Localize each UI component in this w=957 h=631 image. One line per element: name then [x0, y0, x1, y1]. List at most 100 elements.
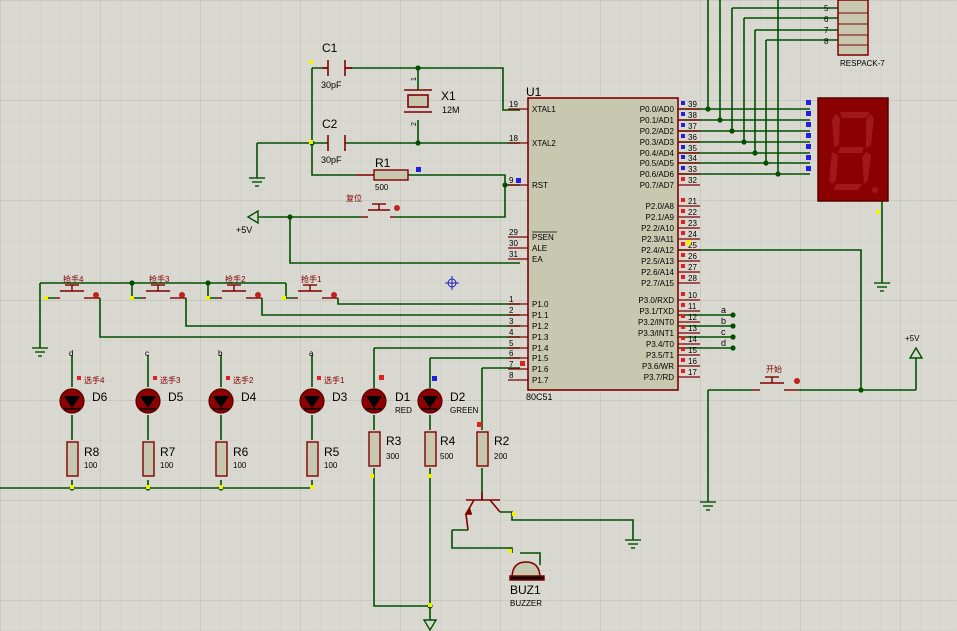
u1-pin-number: 12 [688, 313, 697, 322]
r1-value: 500 [375, 183, 389, 192]
u1-pin-number: 8 [509, 371, 514, 380]
u1-pin-number: 6 [509, 349, 514, 358]
u1-pin-name: P3.1/TXD [639, 307, 674, 316]
u1-pin-name: P1.1 [532, 311, 549, 320]
seven-segment-display[interactable] [817, 97, 889, 202]
d2-color: GREEN [450, 406, 479, 415]
u1-pin-name: P1.6 [532, 365, 549, 374]
contestant-button-label: 抢手2 [225, 274, 246, 284]
u1-pin-name: P3.3/INT1 [638, 329, 675, 338]
u1-pin-name: P2.1/A9 [646, 213, 675, 222]
buzzer-ref: BUZ1 [510, 583, 541, 597]
c1-ref: C1 [322, 41, 338, 55]
respack-ref: RESPACK-7 [840, 59, 885, 68]
buzzer-value: BUZZER [510, 599, 542, 608]
contestant-led[interactable] [59, 388, 85, 414]
d1-ref: D1 [395, 390, 411, 404]
led-node-label: b [218, 349, 223, 358]
led-ref: D5 [168, 390, 184, 404]
schematic-canvas: U1 80C51 19XTAL118XTAL29RST29PSEN30ALE31… [0, 0, 957, 631]
u1-pin-number: 15 [688, 346, 697, 355]
u1-pin-name: P1.7 [532, 376, 549, 385]
u1-pin-name: P2.2/A10 [641, 224, 674, 233]
start-label: 开始 [766, 364, 782, 374]
x1-pin2: 2 [411, 122, 418, 126]
u1-pin-number: 4 [509, 328, 514, 337]
u1-pin-number: 3 [509, 317, 514, 326]
led-node-label: c [145, 349, 149, 358]
u1-pin-name: P0.1/AD1 [640, 116, 675, 125]
u1-pin-name: P1.3 [532, 333, 549, 342]
svg-text:5: 5 [824, 4, 829, 13]
resistor-r3[interactable] [368, 431, 381, 467]
led-resistor[interactable] [306, 441, 319, 477]
u1-pin-number: 2 [509, 306, 514, 315]
resistor-value: 100 [84, 461, 98, 470]
u1-pin-name: P1.5 [532, 354, 549, 363]
u1-pin-name: P1.4 [532, 344, 549, 353]
led-d2[interactable] [417, 388, 443, 414]
u1-pin-number: 36 [688, 133, 697, 142]
u1-pin-number: 18 [509, 134, 518, 143]
contestant-led[interactable] [135, 388, 161, 414]
u1-pin-name: P3.7/RD [644, 373, 674, 382]
u1-pin-number: 27 [688, 263, 697, 272]
u1-pin-number: 9 [509, 176, 514, 185]
c1-value: 30pF [321, 80, 342, 90]
resistor-ref: R6 [233, 445, 249, 459]
d2-ref: D2 [450, 390, 466, 404]
led-label: 选手4 [84, 375, 105, 385]
u1-pin-number: 31 [509, 250, 518, 259]
reset-label: 复位 [346, 193, 362, 203]
u1-pin-number: 16 [688, 357, 697, 366]
contestant-led[interactable] [208, 388, 234, 414]
r2-value: 200 [494, 452, 508, 461]
u1-pin-name: P0.2/AD2 [640, 127, 675, 136]
u1-pin-number: 11 [688, 302, 697, 311]
u1-pin-number: 34 [688, 154, 697, 163]
contestant-led[interactable] [299, 388, 325, 414]
resistor-r4[interactable] [424, 431, 437, 467]
u1-pin-number: 19 [509, 100, 518, 109]
contestant-button-label: 抢手3 [149, 274, 170, 284]
led-ref: D3 [332, 390, 348, 404]
u1-pin-number: 30 [509, 239, 518, 248]
vcc-right-label: +5V [905, 334, 920, 343]
resistor-ref: R8 [84, 445, 100, 459]
u1-pin-number: 5 [509, 339, 514, 348]
u1-pin-number: 24 [688, 230, 697, 239]
r4-value: 500 [440, 452, 454, 461]
u1-pin-number: 39 [688, 100, 697, 109]
svg-text:a: a [721, 305, 726, 315]
resistor-r2[interactable] [476, 431, 489, 467]
u1-pin-name: P1.0 [532, 300, 549, 309]
contestant-button-label: 抢手1 [301, 274, 322, 284]
led-label: 选手2 [233, 375, 254, 385]
led-resistor[interactable] [66, 441, 79, 477]
svg-text:b: b [721, 316, 726, 326]
u1-pin-number: 28 [688, 274, 697, 283]
u1-pin-number: 29 [509, 228, 518, 237]
svg-text:c: c [721, 327, 726, 337]
u1-pin-number: 17 [688, 368, 697, 377]
u1-pin-name: XTAL1 [532, 105, 556, 114]
u1-pin-name: XTAL2 [532, 139, 556, 148]
u1-pin-name: P2.4/A12 [641, 246, 674, 255]
led-d1[interactable] [361, 388, 387, 414]
x1-pin1: 1 [411, 77, 418, 81]
u1-pin-number: 7 [509, 360, 514, 369]
u1-pin-name: P3.0/RXD [638, 296, 674, 305]
u1-microcontroller[interactable]: U1 80C51 19XTAL118XTAL29RST29PSEN30ALE31… [508, 85, 700, 402]
contestant-button-label: 抢手4 [63, 274, 84, 284]
led-ref: D6 [92, 390, 108, 404]
led-resistor[interactable] [142, 441, 155, 477]
port3-net-labels: a b c d [721, 305, 726, 348]
respack-7[interactable] [837, 0, 869, 56]
u1-pin-name: P2.3/A11 [642, 235, 675, 244]
resistor-value: 100 [324, 461, 338, 470]
led-resistor[interactable] [215, 441, 228, 477]
svg-text:d: d [721, 338, 726, 348]
u1-pin-number: 23 [688, 219, 697, 228]
x1-value: 12M [442, 105, 460, 115]
u1-pin-number: 32 [688, 176, 697, 185]
